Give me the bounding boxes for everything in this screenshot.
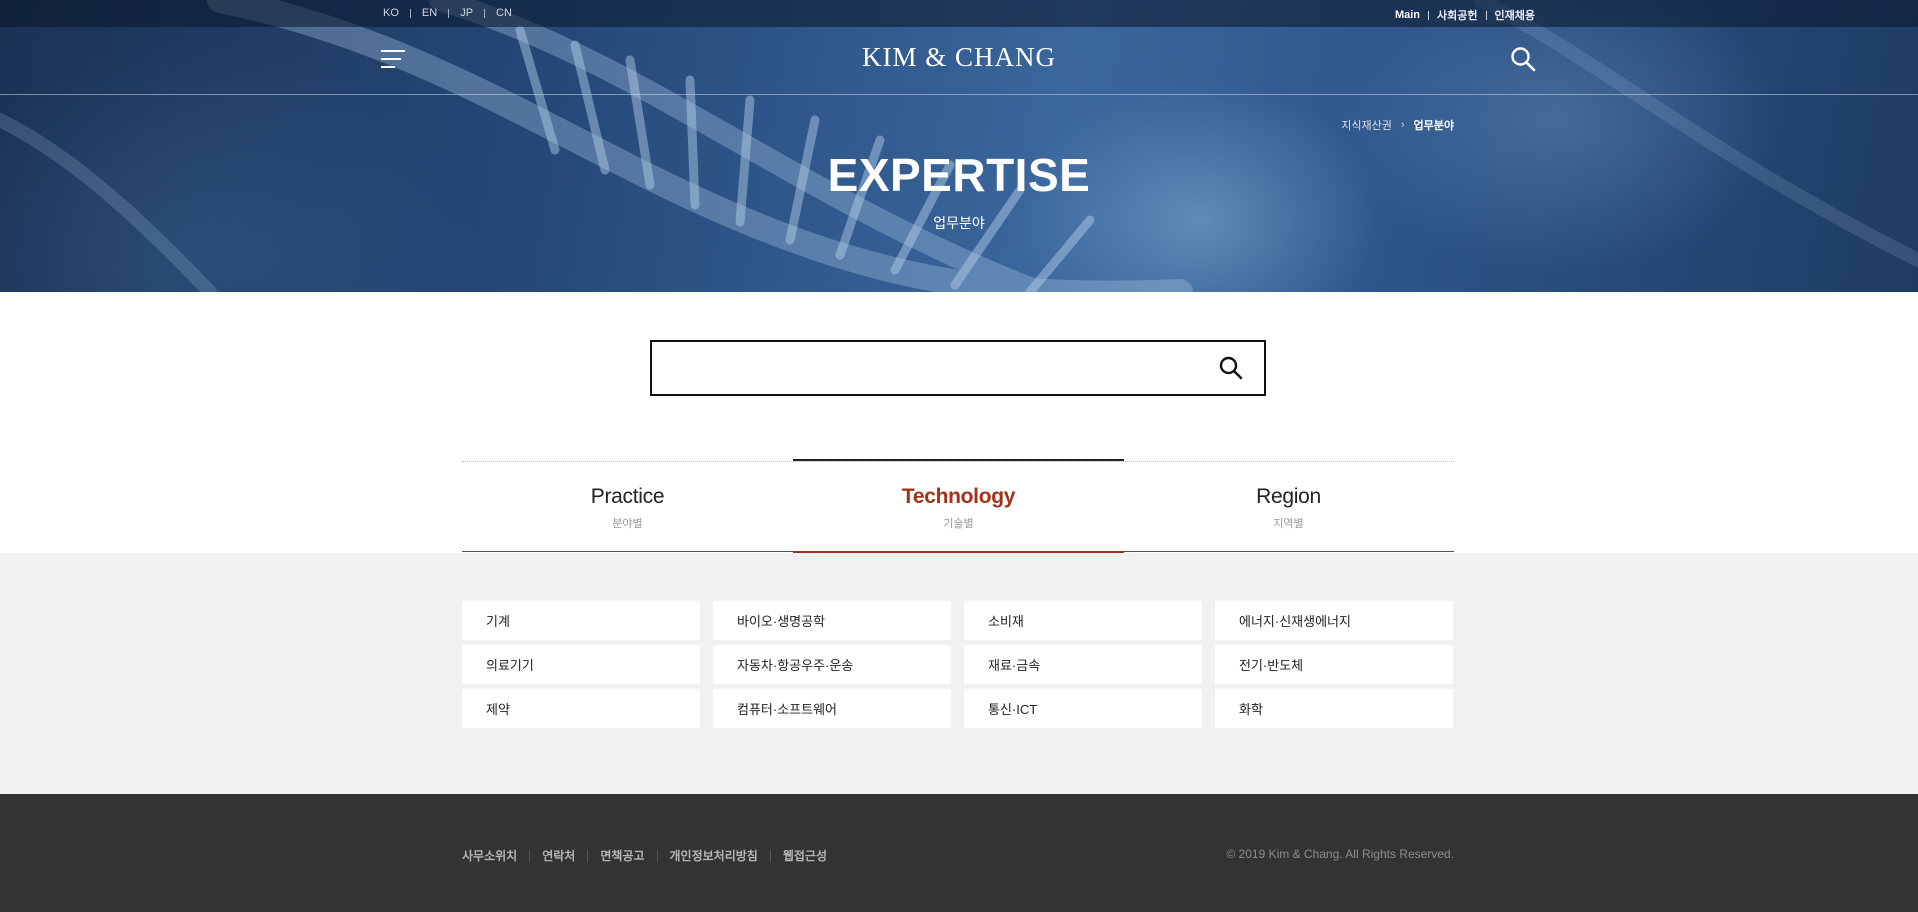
footer-link-disclaimer[interactable]: 면책공고 (600, 847, 644, 864)
language-selector: KO EN JP CN (383, 7, 512, 19)
breadcrumb-current: 업무분야 (1413, 120, 1454, 132)
footer-link-contact[interactable]: 연락처 (542, 847, 575, 864)
site-footer: 사무소위치 연락처 면책공고 개인정보처리방침 웹접근성 © 2019 Kim … (0, 794, 1918, 912)
category-item[interactable]: 전기·반도체 (1215, 645, 1453, 684)
hero-banner: KO EN JP CN Main 사회공헌 인재채용 KIM & CHANG 지… (0, 0, 1918, 292)
category-item[interactable]: 자동차·항공우주·운송 (713, 645, 951, 684)
footer-divider (656, 849, 658, 862)
recruitment-link[interactable]: 인재채용 (1495, 7, 1535, 23)
footer-link-office-location[interactable]: 사무소위치 (462, 847, 517, 864)
lang-ko[interactable]: KO (383, 7, 399, 19)
category-item[interactable]: 컴퓨터·소프트웨어 (713, 689, 951, 728)
tab-technology[interactable]: Technology 기술별 (793, 459, 1124, 553)
social-contribution-link[interactable]: 사회공헌 (1437, 7, 1477, 23)
search-input[interactable] (666, 352, 1186, 384)
expertise-search-box (650, 340, 1266, 396)
header-divider (0, 94, 1918, 95)
chevron-right-icon: › (1400, 119, 1405, 131)
tab-sublabel: 분야별 (612, 518, 643, 530)
category-item[interactable]: 재료·금속 (964, 645, 1202, 684)
technology-category-grid: 기계 바이오·생명공학 소비재 에너지·신재생에너지 의료기기 자동차·항공우주… (462, 601, 1454, 728)
category-item[interactable]: 화학 (1215, 689, 1453, 728)
tab-region[interactable]: Region 지역별 (1123, 459, 1454, 553)
page-subtitle: 업무분야 (933, 215, 985, 231)
search-icon[interactable] (1510, 46, 1536, 72)
footer-divider (769, 849, 771, 862)
footer-link-accessibility[interactable]: 웹접근성 (783, 847, 827, 864)
lang-jp[interactable]: JP (460, 7, 473, 19)
category-item[interactable]: 제약 (462, 689, 700, 728)
page-title: EXPERTISE (827, 149, 1091, 201)
footer-divider (587, 849, 589, 862)
site-logo[interactable]: KIM & CHANG (0, 42, 1918, 73)
category-item[interactable]: 에너지·신재생에너지 (1215, 601, 1453, 640)
copyright-text: © 2019 Kim & Chang. All Rights Reserved. (1226, 847, 1454, 861)
utility-links: Main 사회공헌 인재채용 (1395, 7, 1535, 23)
lang-divider (448, 8, 450, 18)
utility-divider (1428, 10, 1430, 20)
category-item[interactable]: 통신·ICT (964, 689, 1202, 728)
tab-label: Region (1256, 485, 1321, 508)
tab-sublabel: 지역별 (1273, 518, 1304, 530)
breadcrumb: 지식재산권 › 업무분야 (1341, 117, 1454, 133)
lang-cn[interactable]: CN (496, 7, 512, 19)
tab-label: Technology (901, 485, 1016, 508)
category-item[interactable]: 바이오·생명공학 (713, 601, 951, 640)
lang-divider (409, 8, 411, 18)
search-icon[interactable] (1218, 355, 1244, 381)
tab-label: Practice (590, 485, 665, 508)
tab-sublabel: 기술별 (943, 518, 974, 530)
breadcrumb-item[interactable]: 지식재산권 (1341, 117, 1392, 133)
category-item[interactable]: 소비재 (964, 601, 1202, 640)
footer-divider (529, 849, 531, 862)
main-link[interactable]: Main (1395, 9, 1420, 21)
top-utility-bar (0, 0, 1918, 27)
footer-link-privacy-policy[interactable]: 개인정보처리방침 (670, 847, 758, 864)
footer-links: 사무소위치 연락처 면책공고 개인정보처리방침 웹접근성 (462, 847, 827, 864)
lang-divider (484, 8, 486, 18)
utility-divider (1485, 10, 1487, 20)
lang-en[interactable]: EN (422, 7, 437, 19)
expertise-tabs: Practice 분야별 Technology 기술별 Region 지역별 (462, 459, 1454, 553)
tab-practice[interactable]: Practice 분야별 (462, 459, 793, 553)
category-item[interactable]: 의료기기 (462, 645, 700, 684)
category-item[interactable]: 기계 (462, 601, 700, 640)
